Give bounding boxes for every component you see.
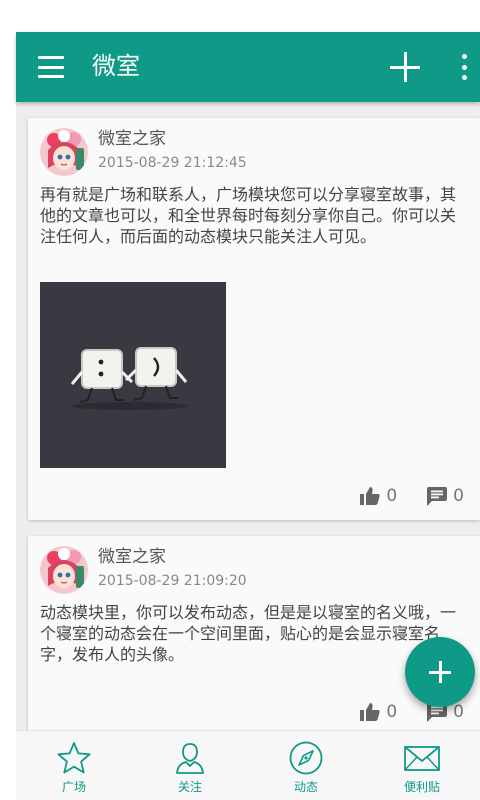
comment-count: 0 — [453, 486, 464, 506]
add-post-fab[interactable] — [405, 637, 475, 707]
post-image[interactable] — [40, 282, 226, 468]
nav-item-square[interactable]: 广场 — [16, 731, 132, 800]
more-vert-icon[interactable] — [460, 54, 468, 80]
like-button[interactable]: 0 — [360, 702, 397, 722]
avatar[interactable] — [40, 546, 88, 594]
feed[interactable]: 微室之家 2015-08-29 21:12:45 再有就是广场和联系人，广场模块… — [16, 102, 480, 730]
nav-item-follow[interactable]: 关注 — [132, 731, 248, 800]
like-button[interactable]: 0 — [360, 486, 397, 506]
star-icon — [57, 742, 91, 774]
nav-item-feed[interactable]: 动态 — [248, 731, 364, 800]
person-icon — [176, 743, 204, 774]
post-text: 再有就是广场和联系人，广场模块您可以分享寝室故事，其他的文章也可以，和全世界每时… — [40, 185, 457, 246]
nav-label-square: 广场 — [61, 780, 86, 794]
avatar[interactable] — [40, 128, 88, 176]
post-time: 2015-08-29 21:12:45 — [98, 155, 247, 171]
post-author[interactable]: 微室之家 — [98, 128, 166, 150]
like-count: 0 — [386, 702, 398, 722]
post-author[interactable]: 微室之家 — [98, 546, 166, 568]
nav-label-follow: 关注 — [177, 780, 202, 794]
menu-icon[interactable] — [38, 56, 64, 78]
nav-item-notes[interactable]: 便利贴 — [364, 731, 480, 800]
app-bar: 微室 — [16, 32, 480, 102]
add-icon[interactable] — [390, 52, 420, 82]
comment-count: 0 — [453, 702, 464, 722]
compass-icon — [289, 741, 323, 775]
post-actions: 0 0 — [330, 486, 464, 506]
post-card[interactable]: 微室之家 2015-08-29 21:12:45 再有就是广场和联系人，广场模块… — [28, 118, 480, 520]
post-card[interactable]: 微室之家 2015-08-29 21:09:20 动态模块里，你可以发布动态，但… — [28, 536, 480, 730]
nav-label-feed: 动态 — [293, 780, 318, 794]
comment-icon — [427, 486, 448, 506]
comment-button[interactable]: 0 — [427, 486, 464, 506]
like-count: 0 — [386, 486, 398, 506]
left-margin — [0, 0, 16, 800]
post-time: 2015-08-29 21:09:20 — [98, 573, 247, 589]
nav-label-notes: 便利贴 — [403, 780, 440, 794]
bottom-nav: 广场 关注 动态 便利贴 — [16, 730, 480, 800]
mail-icon — [404, 746, 440, 771]
post-text: 动态模块里，你可以发布动态，但是是以寝室的名义哦，一个寝室的动态会在一个空间里面… — [40, 603, 457, 664]
status-bar-area — [0, 0, 480, 32]
app-title: 微室 — [92, 52, 140, 80]
thumb-up-icon — [360, 487, 380, 505]
thumb-up-icon — [360, 703, 380, 721]
